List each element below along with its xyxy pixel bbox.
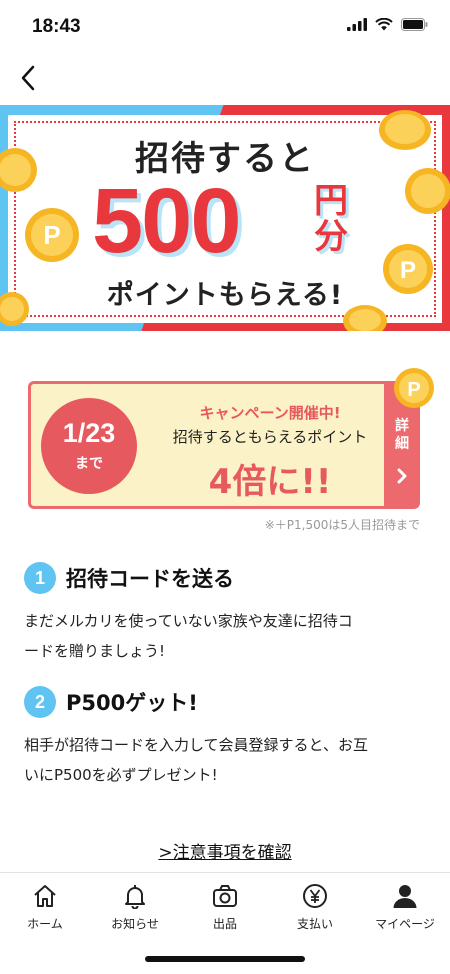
campaign-multiplier: 4倍に!! <box>208 462 332 502</box>
campaign-detail-label: 詳細 <box>384 417 420 453</box>
step-body-line: ードを贈りましょう! <box>24 642 166 660</box>
yen-icon <box>303 884 327 908</box>
tab-notifications[interactable]: お知らせ <box>90 881 180 932</box>
signal-icon <box>347 18 367 31</box>
svg-text:P: P <box>407 379 420 401</box>
step-number-badge: 2 <box>24 686 56 718</box>
status-time: 18:43 <box>32 16 81 37</box>
step-2-body: 相手が招待コードを入力して会員登録すると、お互 いにP500を必ずプレゼント! <box>24 730 424 790</box>
chevron-right-icon <box>397 468 407 484</box>
campaign-headline: キャンペーン開催中! <box>199 404 341 422</box>
campaign-main: 1/23 まで キャンペーン開催中! 招待するともらえるポイント 4倍に!! <box>28 381 384 509</box>
tab-label: 出品 <box>212 917 237 931</box>
campaign-date: 1/23 <box>62 418 116 448</box>
home-icon <box>34 885 56 907</box>
tab-label: 支払い <box>296 917 333 931</box>
tab-sell[interactable]: 出品 <box>180 881 270 932</box>
step-1-body: まだメルカリを使っていない家族や友達に招待コ ードを贈りましょう! <box>24 606 424 666</box>
chevron-left-icon <box>21 65 35 91</box>
campaign-deadline-badge: 1/23 まで <box>41 398 137 494</box>
hero-unit-top: 円 <box>314 181 348 221</box>
campaign-note: ※＋P1,500は5人目招待まで <box>264 518 420 532</box>
tab-mypage[interactable]: マイページ <box>360 881 450 932</box>
battery-icon <box>401 18 428 31</box>
tab-label: お知らせ <box>111 917 159 931</box>
step-body-line: いにP500を必ずプレゼント! <box>24 766 218 784</box>
step-1-header: 1 招待コードを送る <box>24 562 234 594</box>
step-body-line: 相手が招待コードを入力して会員登録すると、お互 <box>24 736 368 754</box>
campaign-detail-text: 詳細 <box>395 418 409 452</box>
hero-unit-bottom: 分 <box>314 217 348 257</box>
tab-label: ホーム <box>27 917 63 931</box>
hero-amount: 500 <box>92 170 241 272</box>
wifi-icon <box>375 18 393 31</box>
step-2-header: 2 P500ゲット! <box>24 686 198 718</box>
campaign-sub: 招待するともらえるポイント <box>172 428 368 446</box>
camera-icon <box>213 885 237 907</box>
tab-label: マイページ <box>375 917 435 931</box>
person-icon <box>393 885 417 908</box>
campaign-until: まで <box>75 456 103 472</box>
step-title: P500ゲット! <box>66 691 198 715</box>
step-title: 招待コードを送る <box>66 567 234 591</box>
tab-payments[interactable]: 支払い <box>270 881 360 932</box>
home-indicator <box>145 956 305 962</box>
svg-text:P: P <box>43 220 60 250</box>
terms-link[interactable]: >注意事項を確認 <box>0 838 450 863</box>
step-number-badge: 1 <box>24 562 56 594</box>
hero-banner: P P 招待すると 500 円 分 ポイントもらえる! <box>0 105 450 331</box>
step-body-line: まだメルカリを使っていない家族や友達に招待コ <box>24 612 353 630</box>
back-button[interactable] <box>10 60 46 96</box>
bell-icon <box>125 885 145 909</box>
coin-icon: P <box>394 368 434 408</box>
hero-line3: ポイントもらえる! <box>106 280 344 311</box>
coin-icon: P <box>25 208 79 262</box>
tab-home[interactable]: ホーム <box>0 881 90 932</box>
hero-unit: 円 分 <box>306 183 356 255</box>
status-icons <box>347 18 428 31</box>
status-bar: 18:43 <box>0 0 450 54</box>
campaign-card[interactable]: 1/23 まで キャンペーン開催中! 招待するともらえるポイント 4倍に!! 詳… <box>28 381 420 509</box>
